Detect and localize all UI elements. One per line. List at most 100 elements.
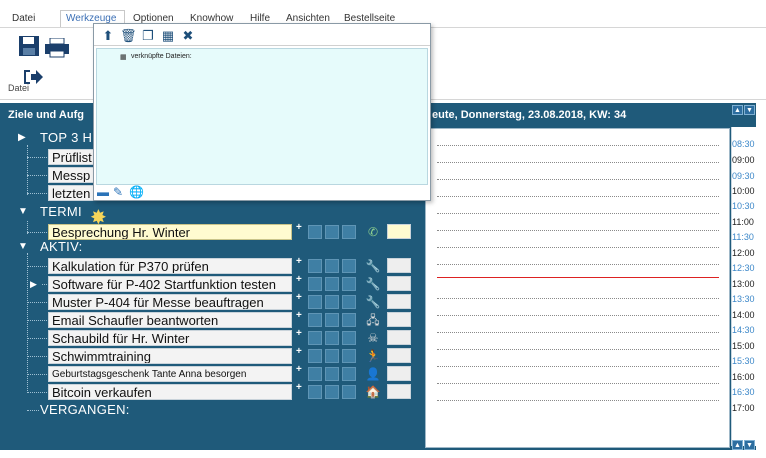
- task-item[interactable]: Kalkulation für P370 prüfen: [48, 258, 292, 274]
- priority-box[interactable]: [342, 367, 356, 381]
- linked-files-list[interactable]: [96, 48, 428, 185]
- add-button[interactable]: +: [296, 310, 302, 321]
- priority-box[interactable]: [342, 259, 356, 273]
- note-box[interactable]: [387, 384, 411, 399]
- time-slot[interactable]: [437, 332, 719, 333]
- priority-box[interactable]: [325, 225, 339, 239]
- time-slot[interactable]: [437, 315, 719, 316]
- save-icon[interactable]: [18, 35, 40, 62]
- priority-box[interactable]: [325, 349, 339, 363]
- time-slot[interactable]: [437, 179, 719, 180]
- expand-arrow-icon[interactable]: ▶: [18, 132, 26, 143]
- time-slot[interactable]: [437, 162, 719, 163]
- priority-box[interactable]: [325, 295, 339, 309]
- task-item[interactable]: Email Schaufler beantworten: [48, 312, 292, 328]
- priority-box[interactable]: [308, 331, 322, 345]
- add-button[interactable]: +: [296, 364, 302, 375]
- priority-box[interactable]: [342, 385, 356, 399]
- add-button[interactable]: +: [296, 328, 302, 339]
- edit-icon[interactable]: ✎: [113, 185, 123, 199]
- scroll-down-button[interactable]: ▼: [744, 105, 755, 115]
- time-slot[interactable]: [437, 366, 719, 367]
- priority-box[interactable]: [342, 225, 356, 239]
- note-box[interactable]: [387, 312, 411, 327]
- time-slot[interactable]: [437, 196, 719, 197]
- task-item[interactable]: Muster P-404 für Messe beauftragen: [48, 294, 292, 310]
- priority-box[interactable]: [325, 331, 339, 345]
- priority-box[interactable]: [308, 385, 322, 399]
- trash-icon[interactable]: 🗑: [120, 28, 137, 43]
- task-item[interactable]: Messp: [48, 167, 94, 183]
- time-label: 10:00: [732, 186, 755, 196]
- time-slot[interactable]: [437, 230, 719, 231]
- time-slot[interactable]: [437, 213, 719, 214]
- note-box[interactable]: [387, 294, 411, 309]
- priority-box[interactable]: [308, 367, 322, 381]
- priority-box[interactable]: [325, 385, 339, 399]
- priority-box[interactable]: [342, 295, 356, 309]
- linked-files-popup: ⬆ 🗑 ❐ ▦ ✖ ▦ verknüpfte Dateien: ▬ ✎ 🌐: [93, 23, 431, 201]
- add-button[interactable]: +: [296, 292, 302, 303]
- task-item[interactable]: Software für P-402 Startfunktion testen: [48, 276, 292, 292]
- time-label: 13:00: [732, 279, 755, 289]
- priority-box[interactable]: [325, 313, 339, 327]
- scroll-up-button[interactable]: ▲: [732, 105, 743, 115]
- add-button[interactable]: +: [296, 274, 302, 285]
- print-icon[interactable]: [44, 37, 70, 63]
- priority-box[interactable]: [308, 225, 322, 239]
- task-item[interactable]: Bitcoin verkaufen: [48, 384, 292, 400]
- tree-line: [27, 193, 47, 194]
- grid-icon[interactable]: ▦: [160, 28, 176, 43]
- priority-box[interactable]: [325, 259, 339, 273]
- time-slot[interactable]: [437, 298, 719, 299]
- close-icon[interactable]: ✖: [180, 28, 196, 43]
- task-item-selected[interactable]: Besprechung Hr. Winter: [48, 224, 292, 240]
- cursor-highlight-icon: ✸: [90, 207, 107, 229]
- add-button[interactable]: +: [296, 346, 302, 357]
- priority-box[interactable]: [342, 277, 356, 291]
- add-button[interactable]: +: [296, 256, 302, 267]
- scroll-up-button[interactable]: ▲: [732, 440, 743, 450]
- task-item[interactable]: Geburtstagsgeschenk Tante Anna besorgen: [48, 366, 292, 382]
- time-slot[interactable]: [437, 145, 719, 146]
- collapse-arrow-icon[interactable]: ▼: [18, 206, 28, 217]
- note-box[interactable]: [387, 276, 411, 291]
- note-box[interactable]: [387, 348, 411, 363]
- priority-box[interactable]: [308, 313, 322, 327]
- priority-box[interactable]: [308, 277, 322, 291]
- time-slot[interactable]: [437, 349, 719, 350]
- person-icon: 👤: [365, 367, 381, 381]
- section-termine: TERMI: [40, 204, 82, 219]
- time-label: 14:00: [732, 310, 755, 320]
- note-box[interactable]: [387, 258, 411, 273]
- priority-box[interactable]: [325, 367, 339, 381]
- task-item[interactable]: letzten: [48, 185, 94, 201]
- note-box[interactable]: [387, 330, 411, 345]
- task-item[interactable]: Prüflist: [48, 149, 94, 165]
- time-slot[interactable]: [437, 383, 719, 384]
- priority-box[interactable]: [308, 259, 322, 273]
- copy-icon[interactable]: ❐: [140, 28, 156, 43]
- priority-box[interactable]: [342, 331, 356, 345]
- expand-arrow-icon[interactable]: ▶: [30, 279, 37, 290]
- upload-icon[interactable]: ⬆: [100, 28, 116, 43]
- time-slot[interactable]: [437, 400, 719, 401]
- priority-box[interactable]: [342, 349, 356, 363]
- time-slot[interactable]: [437, 247, 719, 248]
- scroll-down-button[interactable]: ▼: [744, 440, 755, 450]
- task-item[interactable]: Schwimmtraining: [48, 348, 292, 364]
- note-box[interactable]: [387, 366, 411, 381]
- time-slot[interactable]: [437, 264, 719, 265]
- priority-box[interactable]: [342, 313, 356, 327]
- add-button[interactable]: +: [296, 222, 302, 233]
- task-item[interactable]: Schaubild für Hr. Winter: [48, 330, 292, 346]
- menu-datei[interactable]: Datei: [12, 13, 35, 24]
- folder-icon[interactable]: ▬: [97, 185, 109, 199]
- add-button[interactable]: +: [296, 382, 302, 393]
- priority-box[interactable]: [308, 349, 322, 363]
- globe-icon[interactable]: 🌐: [129, 185, 144, 199]
- note-box[interactable]: [387, 224, 411, 239]
- priority-box[interactable]: [325, 277, 339, 291]
- collapse-arrow-icon[interactable]: ▼: [18, 241, 28, 252]
- priority-box[interactable]: [308, 295, 322, 309]
